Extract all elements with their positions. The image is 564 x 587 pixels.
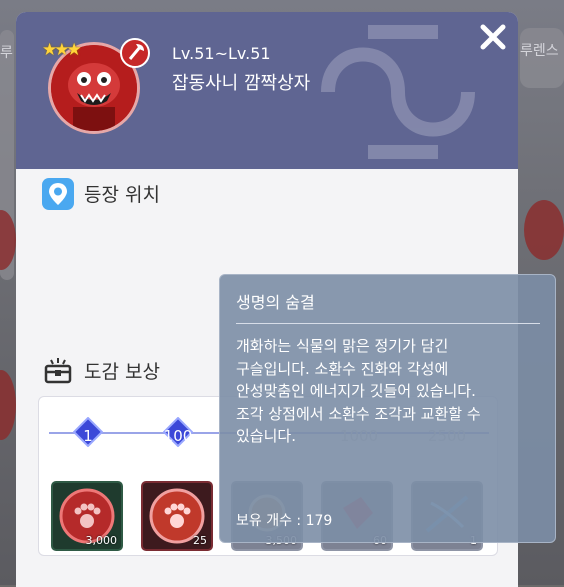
slot-quantity: 3,000 bbox=[85, 534, 118, 547]
milestone-label: 1 bbox=[83, 427, 93, 445]
tooltip-title: 생명의 숨결 bbox=[236, 293, 315, 312]
level-range: Lv.51~Lv.51 bbox=[172, 44, 271, 63]
tooltip-desc-line: 조각 상점에서 소환수 조각과 교환할 수 bbox=[236, 404, 481, 423]
map-pin-icon bbox=[42, 178, 74, 210]
background-left-tab-text: 루 bbox=[0, 45, 13, 61]
reward-slot[interactable]: 3,000 bbox=[51, 481, 123, 551]
header-pattern bbox=[321, 25, 475, 159]
tooltip-desc-line: 구슬입니다. 소환수 진화와 각성에 bbox=[236, 359, 449, 378]
rank-stars: ★★★ bbox=[42, 40, 82, 60]
tooltip-desc-line: 개화하는 식물의 맑은 정기가 담긴 bbox=[236, 337, 449, 355]
tooltip-desc-line: 안성맞춤인 에너지가 깃들어 있습니다. bbox=[236, 382, 476, 400]
tooltip-description: 개화하는 식물의 맑은 정기가 담긴 구슬입니다. 소환수 진화와 각성에 안성… bbox=[236, 335, 544, 448]
treasure-chest-icon bbox=[44, 358, 72, 384]
axe-icon bbox=[120, 38, 150, 68]
panel-header: ★★★ Lv.51~Lv.51 잡동사니 깜짝상자 bbox=[16, 12, 518, 169]
owned-count: 보유 개수 : 179 bbox=[236, 513, 333, 529]
close-icon[interactable] bbox=[478, 22, 508, 52]
milestone-label: 100 bbox=[163, 427, 193, 445]
monster-name: 잡동사니 깜짝상자 bbox=[172, 73, 311, 94]
background-right-monster bbox=[524, 200, 564, 260]
reward-section-title: 도감 보상 bbox=[84, 361, 160, 383]
slot-quantity: 25 bbox=[193, 534, 207, 547]
reward-slot[interactable]: 25 bbox=[141, 481, 213, 551]
tooltip-divider bbox=[236, 323, 540, 324]
tooltip-desc-line: 있습니다. bbox=[236, 427, 296, 445]
background-left-monster-2 bbox=[0, 370, 16, 440]
location-section-title: 등장 위치 bbox=[84, 184, 160, 206]
item-tooltip: 생명의 숨결 개화하는 식물의 맑은 정기가 담긴 구슬입니다. 소환수 진화와… bbox=[219, 274, 556, 543]
background-right-tab-text: 루렌스 bbox=[520, 43, 559, 59]
